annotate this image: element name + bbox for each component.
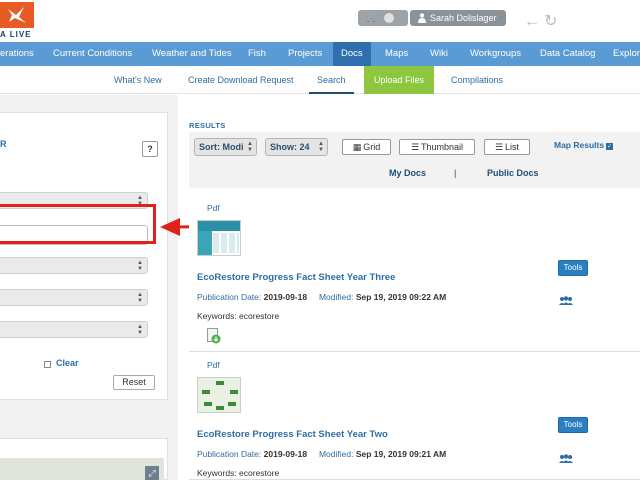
list-view-label: List [505,142,520,152]
doc-thumbnail[interactable] [197,377,241,413]
subnav-search[interactable]: Search [309,66,354,94]
nav-fish[interactable]: Fish [248,42,266,66]
doc-keywords: Keywords: ecorestore [197,311,280,321]
doc-keywords: Keywords: ecorestore [197,468,280,478]
filter-select-4[interactable]: ▲ ▼ [0,321,148,338]
show-select[interactable]: Show: 24 ▲ ▼ [265,138,328,156]
results-label: RESULTS [189,121,226,130]
filter-select-2[interactable]: ▲ ▼ [0,257,148,274]
group-icon[interactable] [558,296,574,306]
logo[interactable] [0,2,34,28]
tab-public-docs[interactable]: Public Docs [487,168,539,178]
thumbnail-node [216,406,224,410]
grid-view-label: Grid [363,142,381,152]
main-nav: erations Current Conditions Weather and … [0,42,640,66]
nav-data-catalog[interactable]: Data Catalog [540,42,595,66]
grid-icon: ▦ [352,142,362,152]
nav-current-conditions[interactable]: Current Conditions [53,42,132,66]
thumbnail-view-label: Thumbnail [421,142,464,152]
filter-select-3[interactable]: ▲ ▼ [0,289,148,306]
map-results-label[interactable]: Map Results [554,140,604,150]
filter-panel: R ? ▲ ▼ ▲ ▼ ▲ ▼ ▲ ▼ Clear Reset [0,112,168,400]
app-header: A LIVE 🛒 Sarah Dolislager ← ↻ [0,0,640,42]
annotation-highlight-box [0,204,156,244]
download-icon[interactable] [207,328,221,344]
modified-value: Sep 19, 2019 09:22 AM [355,292,447,302]
subnav-upload-files[interactable]: Upload Files [364,66,435,94]
doc-title-link[interactable]: EcoRestore Progress Fact Sheet Year Thre… [197,272,395,283]
doc-type-label: Pdf [207,203,220,213]
clear-label[interactable]: Clear [56,358,79,368]
select-arrows-icon: ▲ ▼ [137,324,143,336]
select-arrows-icon: ▲ ▼ [137,292,143,304]
tab-separator: | [454,168,457,178]
filter-title: R [0,139,7,149]
doc-type-label: Pdf [207,360,220,370]
back-arrow-icon[interactable]: ← [524,14,540,30]
doc-thumbnail[interactable] [197,220,241,256]
doc-dates: Publication Date: 2019-09-18 Modified: S… [197,449,446,459]
doc-title-link[interactable]: EcoRestore Progress Fact Sheet Year Two [197,429,388,440]
pub-date-label: Publication Date: [197,292,262,302]
list-view-button[interactable]: ☰ List [484,139,530,155]
logo-bird-icon [8,7,26,23]
thumbnail-node [228,402,236,406]
tools-button[interactable]: Tools [558,417,588,433]
tools-button[interactable]: Tools [558,260,588,276]
nav-wiki[interactable]: Wiki [430,42,448,66]
sub-nav: What's New Create Download Request Searc… [0,66,640,94]
modified-label: Modified: [318,292,354,302]
thumbnail-band [198,221,240,231]
thumbnail-node [202,390,210,394]
cart-badge [384,13,394,23]
sort-select-label: Sort: Modi [199,142,244,152]
pub-date-value: 2019-09-18 [263,292,308,302]
nav-maps[interactable]: Maps [385,42,408,66]
group-icon[interactable] [558,454,574,464]
thumbnail-view-button[interactable]: ☰ Thumbnail [399,139,475,155]
map-results-checkbox[interactable]: ✓ [606,143,613,150]
modified-label: Modified: [318,449,354,459]
subnav-whats-new[interactable]: What's New [114,66,162,94]
nav-weather-and-tides[interactable]: Weather and Tides [152,42,232,66]
modified-value: Sep 19, 2019 09:21 AM [355,449,447,459]
select-arrows-icon: ▲ ▼ [318,141,324,153]
subnav-compilations[interactable]: Compilations [451,66,503,94]
thumbnail-band [198,231,212,255]
user-menu-button[interactable]: Sarah Dolislager [410,10,506,26]
expand-map-icon[interactable]: ⤢ [145,466,159,480]
thumbnail-node [204,402,212,406]
subnav-create-download-request[interactable]: Create Download Request [188,66,294,94]
thumbnail-node [216,381,224,385]
cart-button[interactable]: 🛒 [358,10,408,26]
thumbnail-cells [213,233,239,253]
refresh-icon[interactable]: ↻ [544,14,557,30]
cart-icon: 🛒 [366,12,379,23]
thumbnail-list-icon: ☰ [410,142,420,152]
reset-button[interactable]: Reset [113,375,155,390]
grid-view-button[interactable]: ▦ Grid [342,139,391,155]
pub-date-label: Publication Date: [197,449,262,459]
nav-explore[interactable]: Explor [613,42,640,66]
select-arrows-icon: ▲ ▼ [247,141,253,153]
thumbnail-node [230,390,238,394]
nav-workgroups[interactable]: Workgroups [470,42,521,66]
tab-my-docs[interactable]: My Docs [389,168,426,178]
logo-text: A LIVE [0,30,32,39]
nav-projects[interactable]: Projects [288,42,322,66]
help-button[interactable]: ? [142,141,158,157]
sort-select[interactable]: Sort: Modi ▲ ▼ [194,138,257,156]
show-select-label: Show: 24 [270,142,310,152]
nav-operations[interactable]: erations [0,42,34,66]
user-icon [418,13,426,23]
doc-dates: Publication Date: 2019-09-18 Modified: S… [197,292,446,302]
select-arrows-icon: ▲ ▼ [137,260,143,272]
nav-docs[interactable]: Docs [333,42,371,66]
pub-date-value: 2019-09-18 [263,449,308,459]
map-preview[interactable] [0,458,164,480]
user-name: Sarah Dolislager [430,13,497,23]
clear-checkbox[interactable] [44,361,51,368]
list-icon: ☰ [494,142,504,152]
